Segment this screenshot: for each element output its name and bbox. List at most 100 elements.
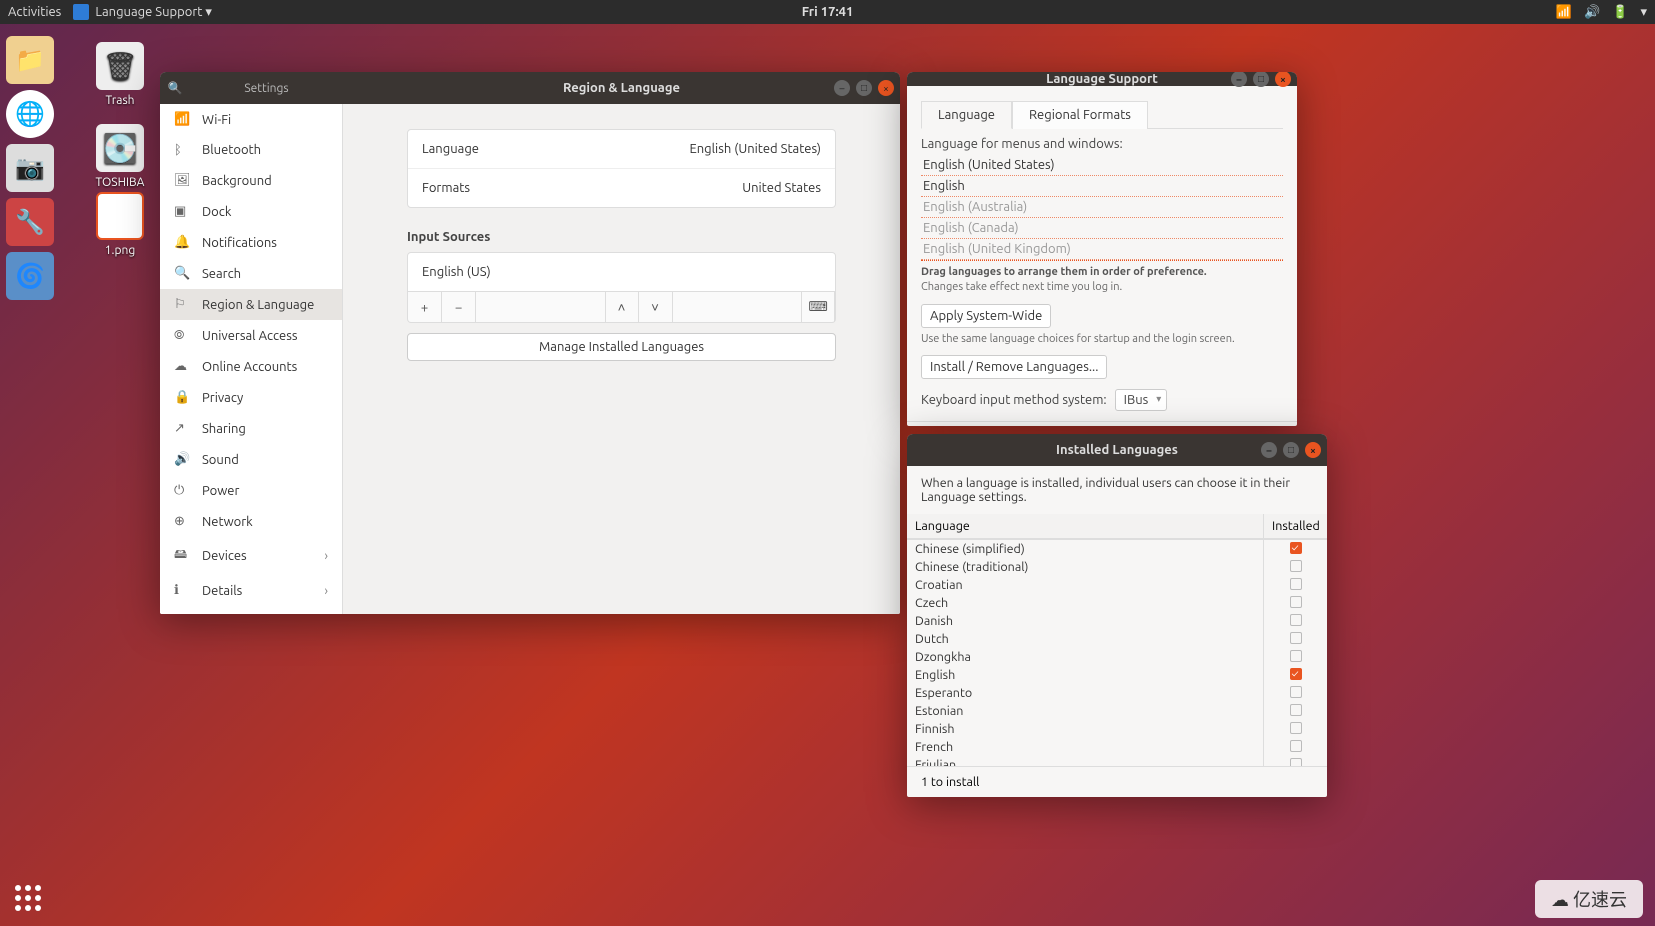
move-down-button[interactable]: ˅ [639,292,673,322]
language-list-item[interactable]: English (Australia) [921,197,1283,218]
add-input-button[interactable]: + [408,292,442,322]
installed-checkbox[interactable] [1290,740,1302,752]
maximize-icon[interactable]: □ [1253,72,1269,87]
sidebar-item-details[interactable]: ℹDetails› [160,575,342,606]
installed-language-row[interactable]: Finnish [907,720,1327,738]
dock-chrome[interactable]: 🌐 [6,90,54,138]
installed-checkbox[interactable] [1290,722,1302,734]
installed-checkbox[interactable] [1290,650,1302,662]
installed-checkbox[interactable] [1290,668,1302,680]
language-list-item[interactable]: English [921,176,1283,197]
installed-checkbox[interactable] [1290,578,1302,590]
installed-language-row[interactable]: Danish [907,612,1327,630]
minimize-icon[interactable]: – [1231,72,1247,87]
installed-checkbox[interactable] [1290,560,1302,572]
language-list-item[interactable]: English (United States) [921,155,1283,176]
trash-icon: 🗑 [96,42,144,90]
close-icon[interactable]: × [878,80,894,96]
language-support-titlebar: Language Support – □ × [907,72,1297,86]
sidebar-item-bluetooth[interactable]: ᛒBluetooth [160,135,342,165]
sidebar-item-dock[interactable]: ▣Dock [160,196,342,227]
sidebar-item-sharing[interactable]: ↗Sharing [160,413,342,444]
formats-row[interactable]: Formats United States [408,168,835,207]
dock-settings[interactable]: 🔧 [6,198,54,246]
dock-software[interactable]: 🌀 [6,252,54,300]
sidebar-item-privacy[interactable]: 🔒Privacy [160,382,342,413]
clock[interactable]: Fri 17:41 [802,5,854,19]
installed-language-row[interactable]: Dzongkha [907,648,1327,666]
installed-language-row[interactable]: Estonian [907,702,1327,720]
language-row[interactable]: Language English (United States) [408,130,835,168]
battery-icon[interactable]: 🔋 [1612,5,1628,20]
minimize-icon[interactable]: – [834,80,850,96]
app-icon [73,4,89,20]
installed-checkbox[interactable] [1290,758,1302,766]
power-menu-icon[interactable]: ▾ [1640,5,1647,20]
manage-languages-button[interactable]: Manage Installed Languages [407,333,836,361]
move-up-button[interactable]: ˄ [605,292,639,322]
desktop-icon-png[interactable]: 1.png [80,192,160,257]
app-menu[interactable]: Language Support ▾ [73,4,212,20]
language-name: Finnish [907,720,1263,738]
keyboard-method-combo[interactable]: IBus [1115,389,1168,411]
search-icon[interactable]: 🔍 [160,81,190,95]
sidebar-item-region-language[interactable]: ⚐Region & Language [160,289,342,320]
installed-language-row[interactable]: Czech [907,594,1327,612]
sidebar-item-universal-access[interactable]: ⦾Universal Access [160,320,342,351]
sidebar-item-background[interactable]: 🖼Background [160,165,342,196]
installed-checkbox[interactable] [1290,542,1302,554]
sidebar-item-network[interactable]: ⊕Network [160,506,342,537]
sidebar-item-label: Dock [202,205,231,219]
desktop-icon-trash[interactable]: 🗑 Trash [80,42,160,107]
installed-checkbox[interactable] [1290,596,1302,608]
tab-regional-formats[interactable]: Regional Formats [1012,101,1148,129]
installed-language-row[interactable]: Chinese (simplified) [907,540,1327,558]
header-installed[interactable]: Installed [1263,514,1327,538]
installed-checkbox[interactable] [1290,614,1302,626]
sidebar-item-devices[interactable]: 🖴Devices› [160,537,342,575]
maximize-icon[interactable]: □ [1283,442,1299,458]
close-icon[interactable]: × [1275,72,1291,87]
language-tabs: Language Regional Formats [921,100,1283,129]
installed-checkbox[interactable] [1290,686,1302,698]
installed-languages-table[interactable]: Chinese (simplified)Chinese (traditional… [907,539,1327,766]
volume-icon[interactable]: 🔊 [1584,5,1600,20]
tab-language[interactable]: Language [921,101,1012,129]
language-name: Esperanto [907,684,1263,702]
installed-language-row[interactable]: Esperanto [907,684,1327,702]
maximize-icon[interactable]: □ [856,80,872,96]
sidebar-item-sound[interactable]: 🔊Sound [160,444,342,475]
close-icon[interactable]: × [1305,442,1321,458]
sidebar-item-search[interactable]: 🔍Search [160,258,342,289]
network-icon[interactable]: 📶 [1556,5,1572,20]
installed-language-row[interactable]: Chinese (traditional) [907,558,1327,576]
sidebar-item-online-accounts[interactable]: ☁Online Accounts [160,351,342,382]
desktop-icon-toshiba[interactable]: 💽 TOSHIBA [80,124,160,189]
install-remove-languages-button[interactable]: Install / Remove Languages... [921,355,1107,379]
apply-system-wide-button[interactable]: Apply System-Wide [921,304,1051,328]
sidebar-item-notifications[interactable]: 🔔Notifications [160,227,342,258]
installed-language-row[interactable]: Croatian [907,576,1327,594]
language-priority-list[interactable]: English (United States)EnglishEnglish (A… [921,155,1283,261]
minimize-icon[interactable]: – [1261,442,1277,458]
app-grid-button[interactable] [8,878,48,918]
installed-language-row[interactable]: French [907,738,1327,756]
installed-checkbox[interactable] [1290,632,1302,644]
installed-language-row[interactable]: Dutch [907,630,1327,648]
installed-language-row[interactable]: English [907,666,1327,684]
installed-table-header: Language Installed [907,514,1327,539]
keyboard-layout-button[interactable]: ⌨ [801,292,835,322]
header-language[interactable]: Language [907,514,1263,538]
installed-checkbox[interactable] [1290,704,1302,716]
sidebar-item-wi-fi[interactable]: 📶Wi-Fi [160,104,342,135]
dock-files[interactable]: 📁 [6,36,54,84]
input-source-item[interactable]: English (US) [408,253,835,291]
dock-screenshot[interactable]: 📷 [6,144,54,192]
installed-language-row[interactable]: Friulian [907,756,1327,766]
language-row-value: English (United States) [689,142,821,156]
remove-input-button[interactable]: − [442,292,476,322]
language-list-item[interactable]: English (Canada) [921,218,1283,239]
language-list-item[interactable]: English (United Kingdom) [921,239,1283,260]
activities-button[interactable]: Activities [8,5,61,19]
sidebar-item-power[interactable]: ⏻Power [160,475,342,506]
